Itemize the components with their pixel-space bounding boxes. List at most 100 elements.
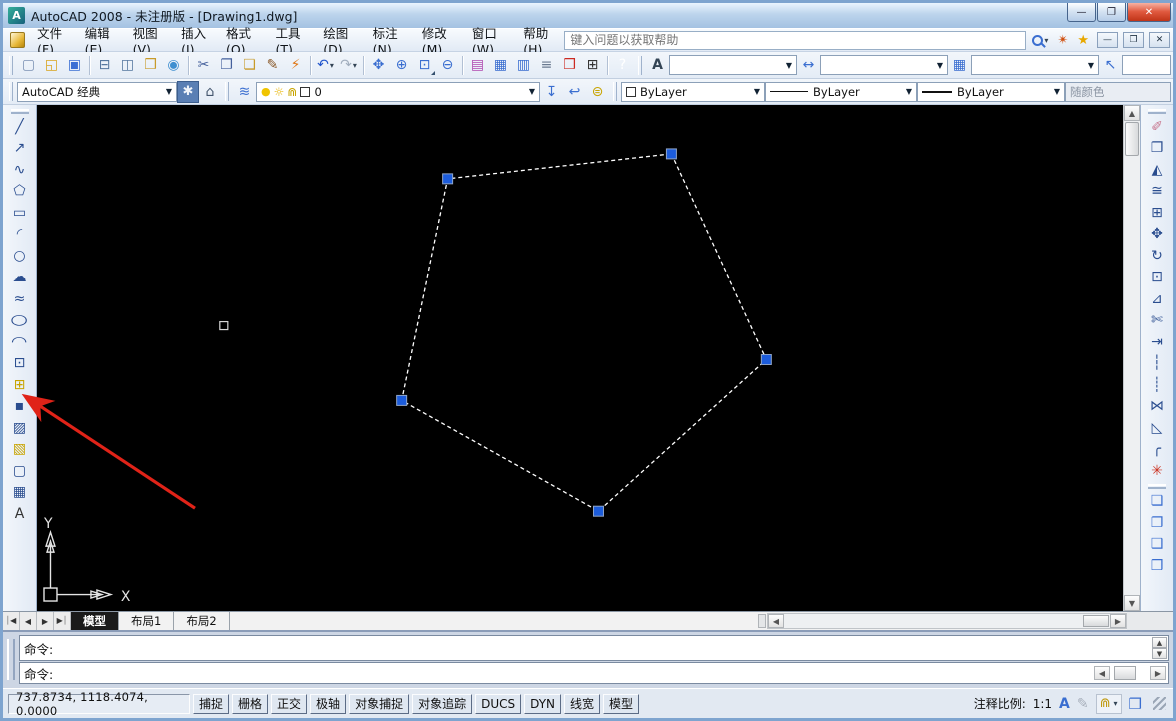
toggle-lineweight[interactable]: 线宽	[564, 693, 601, 714]
help-button[interactable]: ?	[611, 54, 634, 76]
block-editor-button[interactable]: ⚡	[284, 54, 307, 76]
properties-button[interactable]: ▤	[466, 54, 489, 76]
hscroll-right-button[interactable]: ▶	[1110, 614, 1126, 628]
toolpalettes-button[interactable]: ▥	[512, 54, 535, 76]
construction-line-button[interactable]: ↗	[8, 138, 32, 160]
revision-cloud-button[interactable]: ☁	[8, 267, 32, 289]
vscroll-down-button[interactable]: ▼	[1124, 595, 1140, 611]
join-button[interactable]: ⋈	[1145, 396, 1169, 418]
workspace-settings-button[interactable]: ✱	[177, 80, 199, 103]
layer-lock-icon[interactable]: ⋒	[287, 85, 297, 99]
annotation-scale-value[interactable]: 1:1	[1033, 697, 1052, 711]
toolbar-lock-button[interactable]: ⋒ ▾	[1095, 693, 1122, 714]
toggle-osnap[interactable]: 对象捕捉	[349, 693, 410, 714]
array-button[interactable]: ⊞	[1145, 202, 1169, 224]
cmd-scroll-left-button[interactable]: ◀	[1094, 666, 1110, 680]
toggle-grid[interactable]: 栅格	[232, 693, 269, 714]
scale-button[interactable]: ⊡	[1145, 267, 1169, 289]
vscroll-thumb[interactable]	[1125, 122, 1139, 156]
clean-screen-button[interactable]: ❒	[1129, 695, 1142, 713]
tab-layout1[interactable]: 布局1	[119, 612, 175, 630]
hscroll-thumb[interactable]	[1083, 615, 1109, 627]
grip[interactable]	[442, 173, 454, 185]
draw-order-bring-above-button[interactable]: ❑	[1145, 534, 1169, 556]
zoom-previous-button[interactable]: ⊖	[436, 54, 459, 76]
table-button[interactable]: ▦	[8, 482, 32, 504]
toggle-snap[interactable]: 捕捉	[193, 693, 230, 714]
toolbar-grip[interactable]	[225, 82, 229, 101]
qnew-file-icon[interactable]	[10, 32, 26, 48]
toggle-ducs[interactable]: DUCS	[475, 693, 522, 714]
search-button[interactable]: ▾	[1029, 31, 1051, 49]
offset-button[interactable]: ≅	[1145, 181, 1169, 203]
mleader-style-combo[interactable]	[1122, 55, 1171, 75]
vscroll-track[interactable]	[1124, 157, 1140, 595]
minimize-button[interactable]: —	[1067, 3, 1096, 22]
table-style-combo[interactable]: ▼	[971, 55, 1099, 75]
toggle-polar[interactable]: 极轴	[310, 693, 347, 714]
spline-button[interactable]: ≈	[8, 288, 32, 310]
close-button[interactable]: ✕	[1127, 3, 1171, 22]
quickcalc-button[interactable]: ⊞	[581, 54, 604, 76]
break-button[interactable]: ┊	[1145, 374, 1169, 396]
rectangle-button[interactable]: ▭	[8, 202, 32, 224]
markup-button[interactable]: ❒	[558, 54, 581, 76]
history-scroll-up-button[interactable]: ▲	[1152, 637, 1167, 648]
chamfer-button[interactable]: ◺	[1145, 417, 1169, 439]
comm-center-button[interactable]: ✴	[1054, 31, 1071, 49]
linetype-combo[interactable]: ByLayer ▼	[765, 81, 917, 102]
table-style-button[interactable]: ▦	[948, 54, 971, 76]
favorites-button[interactable]: ★	[1074, 31, 1092, 49]
arc-button[interactable]: ◜	[8, 224, 32, 246]
save-button[interactable]: ▣	[63, 54, 86, 76]
toggle-dyn[interactable]: DYN	[524, 693, 562, 714]
zoom-window-button[interactable]: ⊡	[413, 54, 436, 76]
grip[interactable]	[760, 354, 772, 365]
toolbar-grip[interactable]	[9, 55, 13, 75]
draw-order-send-under-button[interactable]: ❒	[1145, 555, 1169, 577]
layer-on-bulb-icon[interactable]: ●	[261, 85, 271, 98]
stretch-button[interactable]: ⊿	[1145, 288, 1169, 310]
fillet-button[interactable]: ╭	[1145, 439, 1169, 461]
new-button[interactable]: ▢	[17, 54, 40, 76]
extend-button[interactable]: ⇥	[1145, 331, 1169, 353]
layer-previous-button[interactable]: ↩	[563, 81, 586, 103]
dim-style-button[interactable]: ↔	[797, 54, 820, 76]
circle-button[interactable]: ○	[8, 245, 32, 267]
mtext-button[interactable]: A	[8, 503, 32, 525]
tab-nav-next[interactable]: ▶	[37, 612, 54, 630]
toggle-ortho[interactable]: 正交	[271, 693, 308, 714]
dim-style-combo[interactable]: ▼	[820, 55, 948, 75]
command-window-grip[interactable]	[7, 639, 15, 680]
mleader-style-button[interactable]: ↖	[1099, 54, 1122, 76]
tab-layout2[interactable]: 布局2	[174, 612, 230, 630]
lineweight-combo[interactable]: ByLayer ▼	[917, 81, 1065, 102]
3d-dwf-button[interactable]: ◉	[162, 54, 185, 76]
toolbar-grip[interactable]	[9, 82, 13, 101]
hscroll-splitter[interactable]	[758, 614, 766, 628]
color-combo[interactable]: ByLayer ▼	[621, 81, 765, 102]
copy-clip-button[interactable]: ❐	[215, 54, 238, 76]
toggle-otrack[interactable]: 对象追踪	[412, 693, 473, 714]
polyline-button[interactable]: ∿	[8, 159, 32, 181]
coordinates-readout[interactable]: 737.8734, 1118.4074, 0.0000	[8, 690, 190, 718]
layer-combo[interactable]: ● ☼ ⋒ 0 ▼	[256, 81, 540, 102]
child-restore-button[interactable]: ❐	[1123, 32, 1144, 48]
rotate-button[interactable]: ↻	[1145, 245, 1169, 267]
horizontal-scrollbar[interactable]: ◀ ▶	[767, 613, 1127, 629]
child-minimize-button[interactable]: —	[1097, 32, 1118, 48]
tab-model[interactable]: 模型	[71, 612, 119, 630]
pan-button[interactable]: ✥	[367, 54, 390, 76]
undo-button[interactable]: ↶ ▾	[314, 54, 337, 76]
match-properties-button[interactable]: ✎	[261, 54, 284, 76]
plot-button[interactable]: ⊟	[93, 54, 116, 76]
paste-button[interactable]: ❏	[238, 54, 261, 76]
child-close-button[interactable]: ✕	[1149, 32, 1170, 48]
restore-button[interactable]: ❐	[1097, 3, 1126, 22]
gradient-button[interactable]: ▧	[8, 439, 32, 461]
line-button[interactable]: ╱	[8, 116, 32, 138]
toolbar-grip[interactable]	[613, 82, 617, 101]
draw-order-bring-front-button[interactable]: ❏	[1145, 491, 1169, 513]
vertical-scrollbar[interactable]: ▲ ▼	[1123, 105, 1140, 611]
publish-button[interactable]: ❒	[139, 54, 162, 76]
